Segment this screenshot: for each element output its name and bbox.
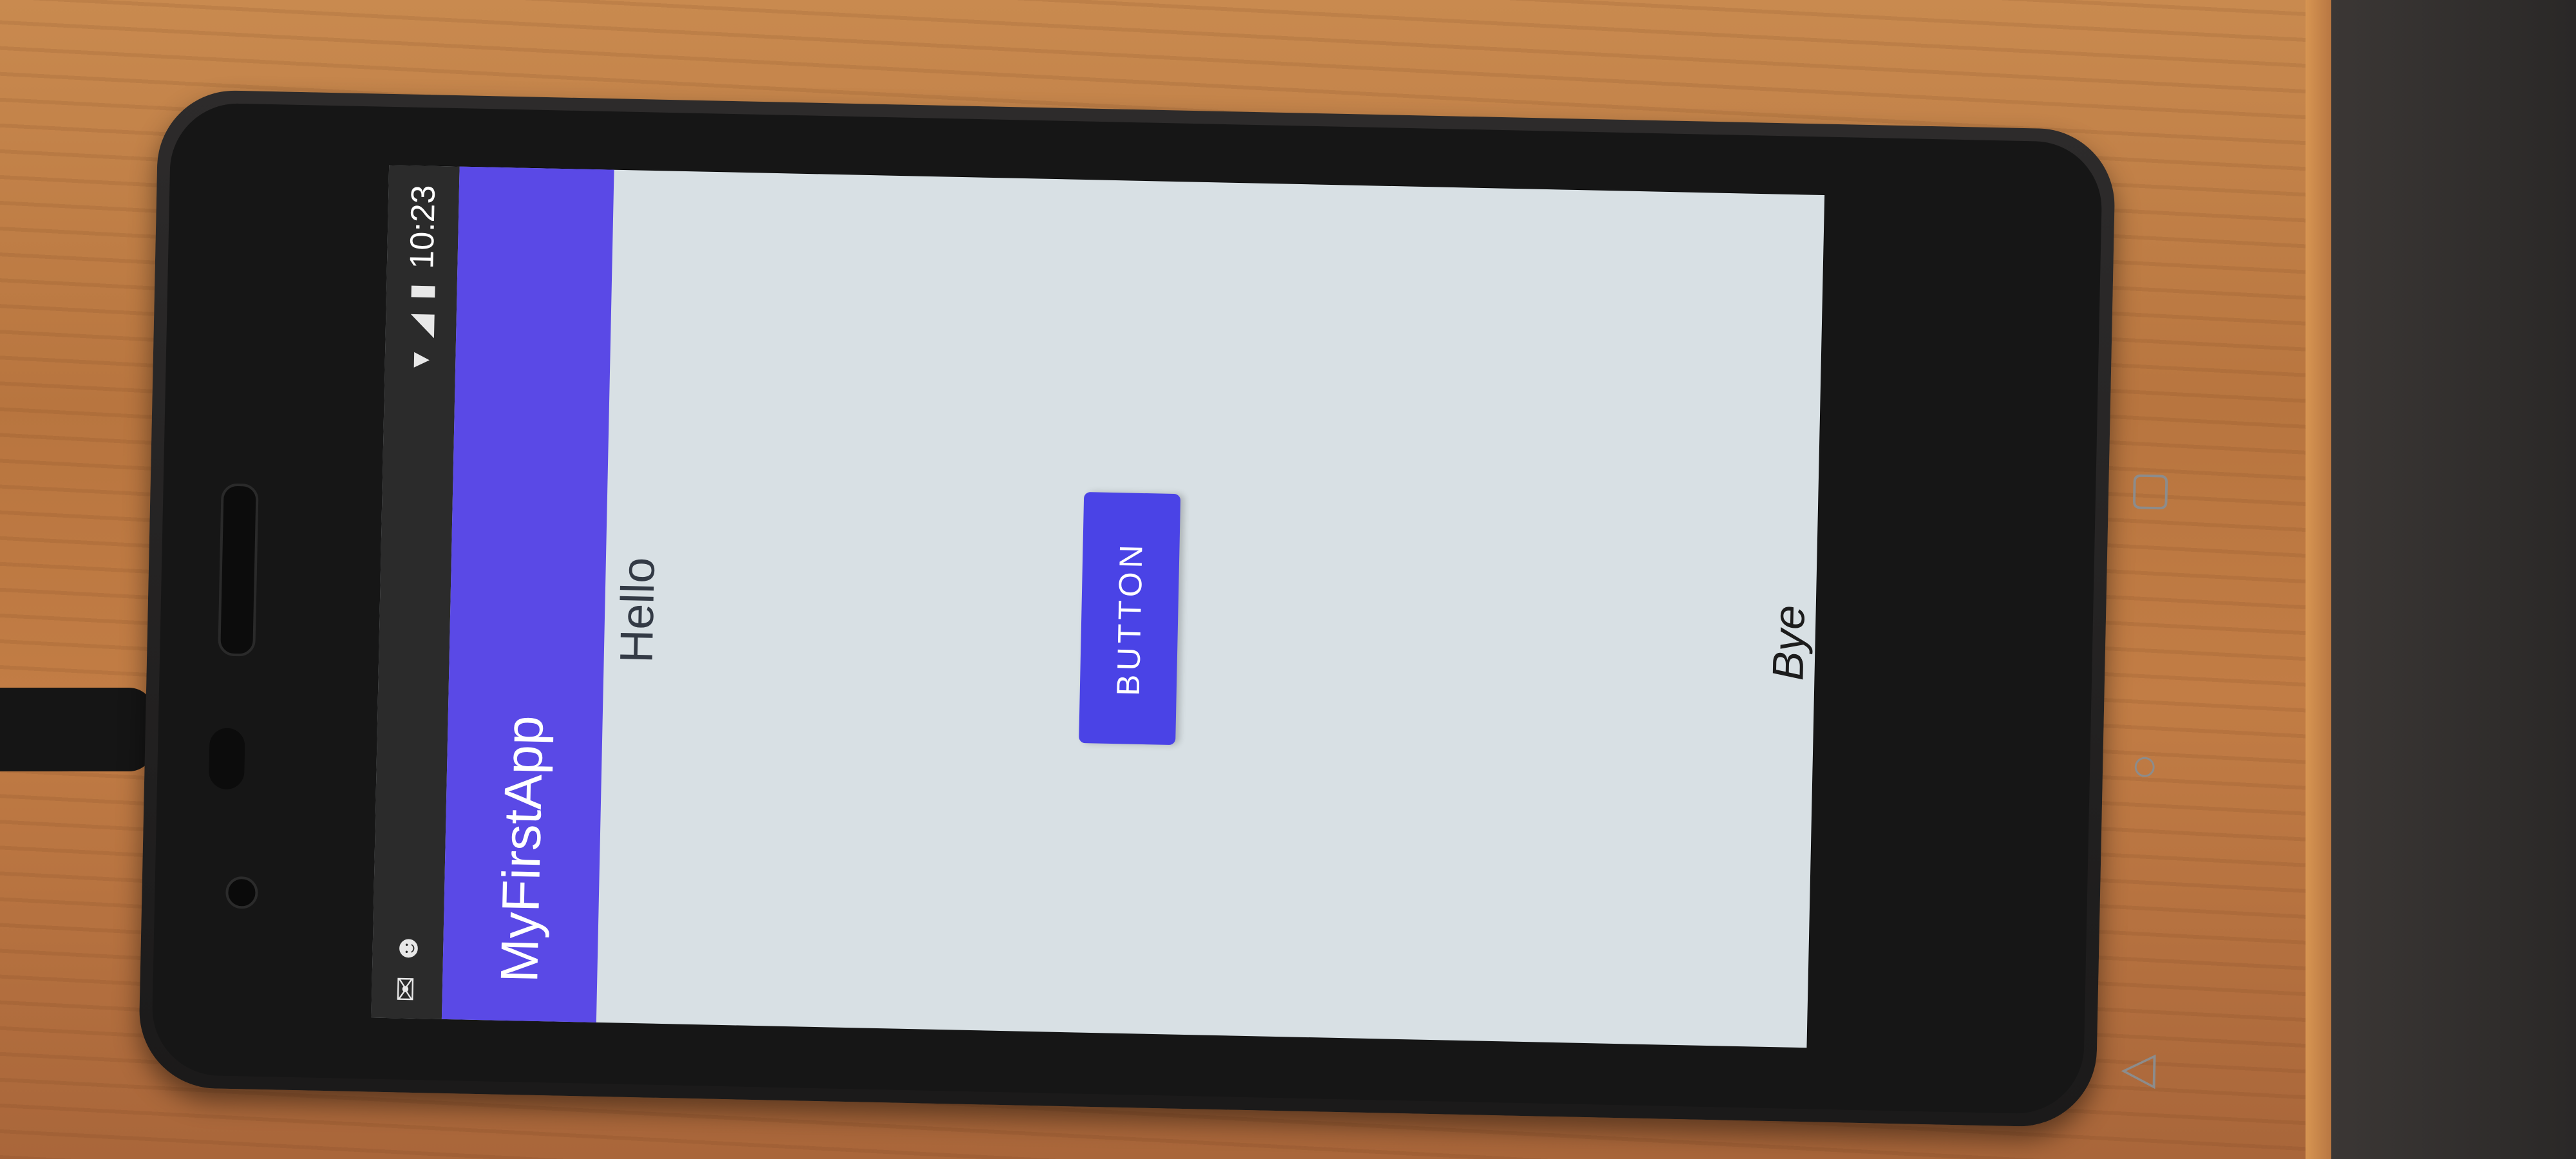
app-title: MyFirstApp <box>490 715 554 983</box>
usb-cable <box>0 688 155 771</box>
phone-screen: ✉ ☻ ▾ ◢ ▮ 10:23 MyFirstApp Hello BUTTON … <box>371 164 1825 1048</box>
app-toolbar: MyFirstApp <box>441 166 614 1023</box>
battery-icon: ▮ <box>404 283 439 301</box>
hello-text: Hello <box>611 556 665 664</box>
android-icon: ☻ <box>390 931 425 965</box>
status-clock: 10:23 <box>403 184 443 270</box>
app-window: ✉ ☻ ▾ ◢ ▮ 10:23 MyFirstApp Hello BUTTON … <box>371 165 1825 1048</box>
proximity-sensor <box>208 728 245 790</box>
gmail-icon: ✉ <box>389 975 424 1003</box>
earpiece-speaker <box>218 483 259 657</box>
phone-device: ✉ ☻ ▾ ◢ ▮ 10:23 MyFirstApp Hello BUTTON … <box>138 89 2172 1128</box>
main-button[interactable]: BUTTON <box>1079 492 1181 746</box>
back-icon[interactable]: ◁ <box>2116 1042 2161 1093</box>
recent-apps-icon[interactable]: ▢ <box>2128 463 2174 514</box>
nav-keys: ▢ ○ ◁ <box>2088 463 2206 1149</box>
bye-text: Bye <box>1763 605 1814 681</box>
signal-icon: ◢ <box>403 314 438 339</box>
background-floor <box>2331 0 2576 1159</box>
wifi-icon: ▾ <box>402 352 437 368</box>
home-icon[interactable]: ○ <box>2122 740 2168 791</box>
